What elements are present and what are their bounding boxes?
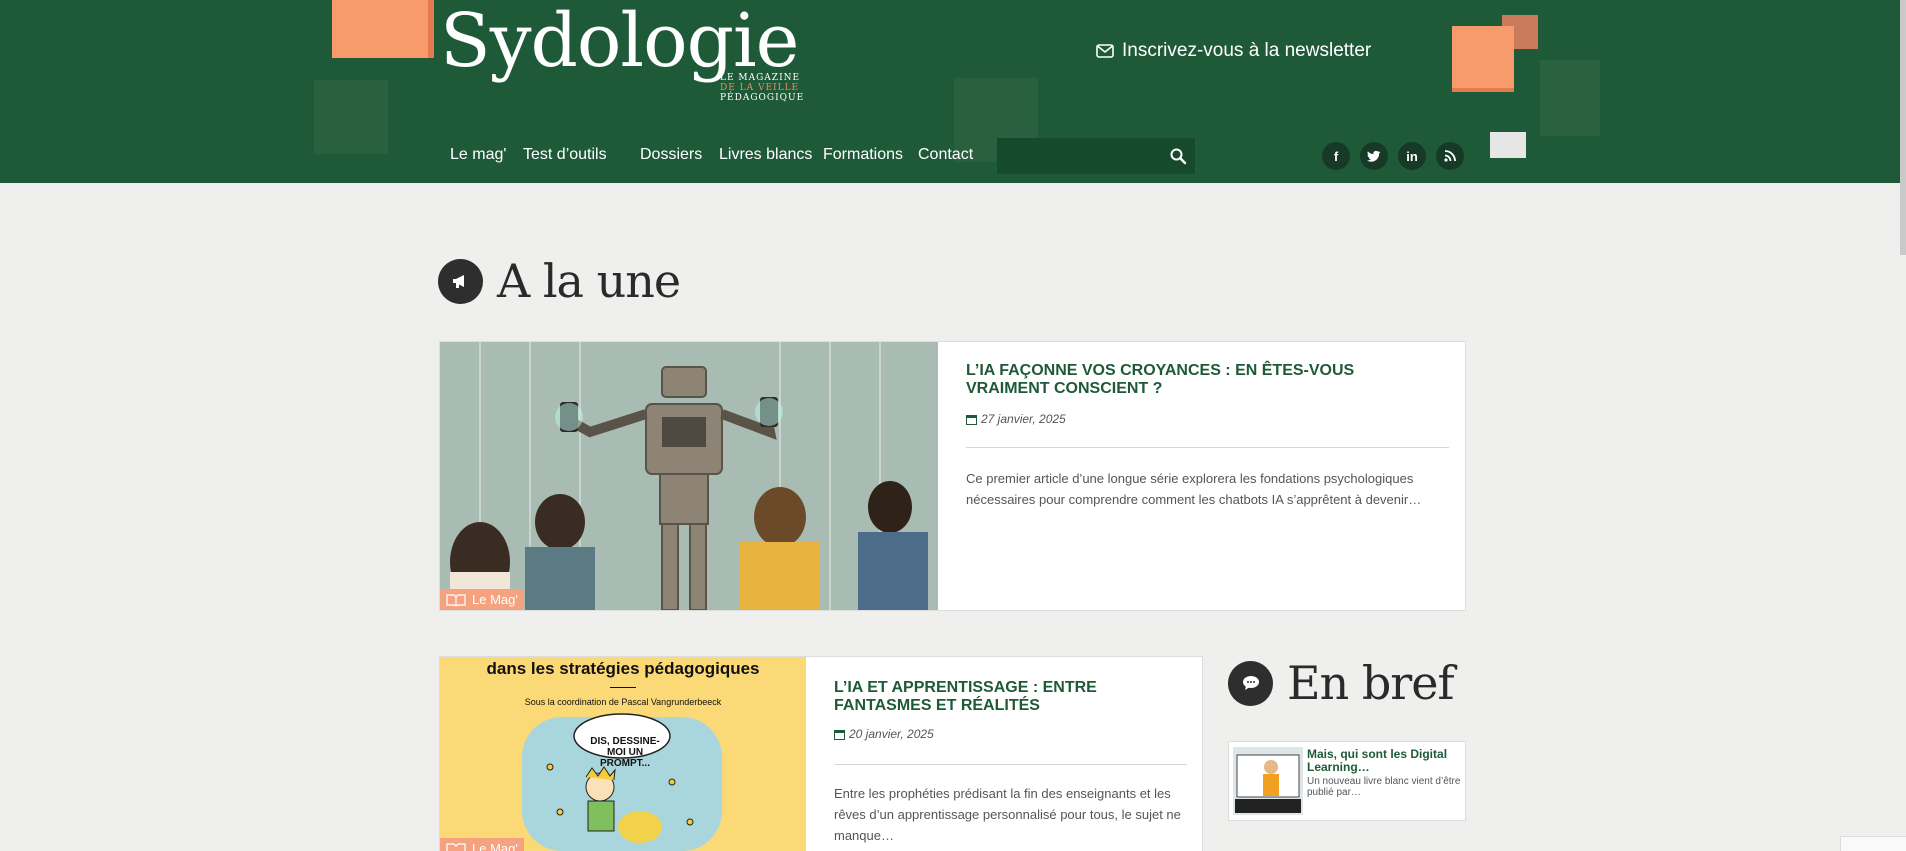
article-date: 20 janvier, 2025 <box>834 727 934 741</box>
decor-cube <box>314 80 388 154</box>
category-badge[interactable]: Le Mag' <box>440 589 524 610</box>
nav-contact[interactable]: Contact <box>918 146 973 164</box>
tagline-line-2: DE LA VEILLE <box>720 83 800 93</box>
nav-dossiers[interactable]: Dossiers <box>640 146 702 164</box>
page-scrollbar[interactable] <box>1900 0 1906 255</box>
article-excerpt: Entre les prophéties prédisant la fin de… <box>834 786 1181 843</box>
tagline-line-1: LE MAGAZINE <box>720 73 801 83</box>
brief-title[interactable]: Mais, qui sont les Digital Learning… <box>1307 748 1462 774</box>
brief-card[interactable]: Mais, qui sont les Digital Learning… Un … <box>1228 741 1466 821</box>
category-label: Le Mag' <box>472 592 518 607</box>
decor-cube <box>332 0 428 58</box>
article-date: 27 janvier, 2025 <box>966 412 1066 426</box>
logo-tagline: LE MAGAZINE DE LA VEILLE PÉDAGOGIQUE <box>720 73 804 103</box>
decor-cube <box>1452 26 1514 88</box>
section-title: A la une <box>497 254 681 308</box>
article-title[interactable]: L’IA ET APPRENTISSAGE : ENTRE FANTASMES … <box>834 679 1134 715</box>
nav-livres-blancs[interactable]: Livres blancs <box>719 146 812 164</box>
site-logo[interactable]: Sydologie <box>440 4 799 78</box>
article-image[interactable]: dans les stratégies pédagogiques Sous la… <box>440 657 806 851</box>
rss-glyph <box>1444 150 1456 162</box>
recaptcha-badge[interactable] <box>1840 836 1906 851</box>
twitter-bird <box>1367 150 1381 162</box>
article-date-text: 27 janvier, 2025 <box>981 412 1066 426</box>
featured-article-card[interactable]: Le Mag' L’IA FAÇONNE VOS CROYANCES : EN … <box>439 341 1466 611</box>
decor-cube <box>1490 132 1526 158</box>
calendar-icon <box>966 414 977 425</box>
search-input[interactable] <box>1005 138 1159 176</box>
search-icon[interactable] <box>1169 147 1187 165</box>
nav-test-outils[interactable]: Test d’outils <box>523 146 607 164</box>
section-title: En bref <box>1287 656 1455 710</box>
cover-bubble-text: DIS, DESSINE-MOI UN PROMPT... <box>590 736 660 769</box>
speech-bubble-icon <box>1228 660 1273 706</box>
tagline-line-3: PÉDAGOGIQUE <box>720 93 805 103</box>
section-a-la-une: A la une <box>438 254 681 308</box>
decor-cube <box>1540 60 1600 136</box>
megaphone-icon <box>438 258 483 304</box>
newsletter-link[interactable]: Inscrivez-vous à la newsletter <box>1096 40 1371 62</box>
divider <box>834 764 1187 765</box>
book-icon <box>446 594 466 606</box>
category-badge[interactable]: Le Mag' <box>440 838 524 851</box>
facebook-icon[interactable]: f <box>1322 142 1350 170</box>
brief-thumbnail[interactable] <box>1233 747 1303 815</box>
article-title[interactable]: L’IA FAÇONNE VOS CROYANCES : EN ÊTES-VOU… <box>966 362 1436 398</box>
cover-rule <box>610 687 636 688</box>
cover-heading: dans les stratégies pédagogiques <box>486 659 760 678</box>
article-card[interactable]: dans les stratégies pédagogiques Sous la… <box>439 656 1203 851</box>
newsletter-label: Inscrivez-vous à la newsletter <box>1122 40 1372 61</box>
search-box <box>997 138 1195 176</box>
article-date-text: 20 janvier, 2025 <box>849 727 934 741</box>
article-excerpt: Ce premier article d’une longue série ex… <box>966 471 1422 507</box>
nav-formations[interactable]: Formations <box>823 146 903 164</box>
divider <box>966 447 1449 448</box>
logo-text: Sydologie <box>440 0 799 84</box>
nav-le-mag[interactable]: Le mag' <box>450 146 506 164</box>
brief-excerpt: Un nouveau livre blanc vient d’être publ… <box>1307 776 1461 798</box>
linkedin-icon[interactable]: in <box>1398 142 1426 170</box>
section-en-bref: En bref <box>1228 656 1455 710</box>
calendar-icon <box>834 729 845 740</box>
article-image[interactable]: Le Mag' <box>440 342 938 610</box>
twitter-icon[interactable] <box>1360 142 1388 170</box>
cover-subtitle: Sous la coordination de Pascal Vangrunde… <box>524 697 722 707</box>
robot-illustration <box>440 342 938 610</box>
envelope-icon <box>1096 44 1114 58</box>
site-header: Sydologie LE MAGAZINE DE LA VEILLE PÉDAG… <box>0 0 1906 183</box>
rss-icon[interactable] <box>1436 142 1464 170</box>
cover-illustration <box>522 713 722 851</box>
